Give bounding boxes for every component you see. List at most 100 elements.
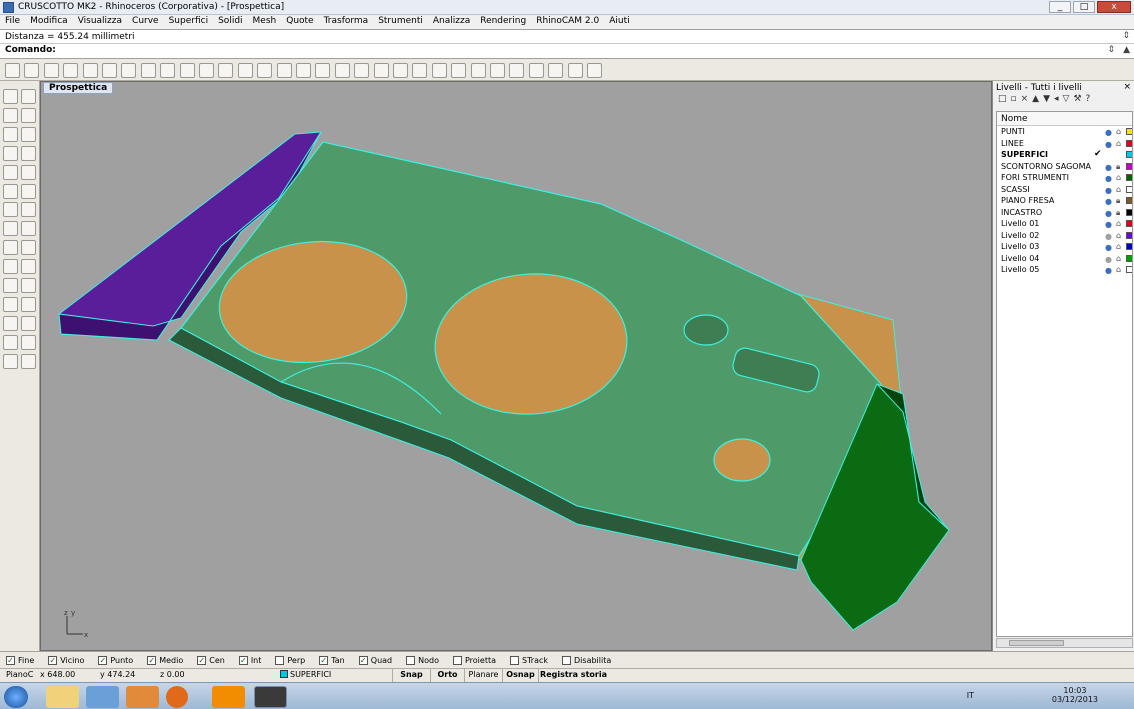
menu-strumenti[interactable]: Strumenti bbox=[373, 15, 428, 29]
lightbulb-icon[interactable]: ● bbox=[1105, 242, 1112, 253]
layer-color-swatch[interactable] bbox=[1126, 266, 1132, 273]
layer-row[interactable]: SUPERFICI ✔ bbox=[997, 149, 1132, 161]
checkbox-icon[interactable] bbox=[406, 655, 416, 665]
print-icon[interactable] bbox=[63, 63, 79, 78]
locked-icon[interactable]: 🔒︎ bbox=[1116, 195, 1120, 206]
lightbulb-icon[interactable]: ● bbox=[1105, 254, 1112, 265]
unlocked-icon[interactable]: ⌂ bbox=[1116, 126, 1121, 137]
snap-toggle[interactable]: Snap bbox=[392, 669, 430, 682]
menu-visualizza[interactable]: Visualizza bbox=[73, 15, 127, 29]
checkbox-icon[interactable]: ✓ bbox=[358, 655, 368, 665]
four-viewports-icon[interactable] bbox=[315, 63, 331, 78]
osnap-nodo[interactable]: Nodo bbox=[406, 655, 439, 665]
arc-icon[interactable] bbox=[21, 126, 36, 142]
checkbox-icon[interactable] bbox=[452, 655, 462, 665]
checkbox-icon[interactable]: ✓ bbox=[319, 655, 329, 665]
osnap-strack[interactable]: STrack bbox=[510, 655, 548, 665]
car-icon[interactable] bbox=[334, 63, 350, 78]
menu-curve[interactable]: Curve bbox=[127, 15, 164, 29]
ie-task-icon[interactable] bbox=[86, 686, 119, 708]
layer-row[interactable]: Livello 01 ● ⌂ bbox=[997, 218, 1132, 230]
rectangle-icon[interactable] bbox=[3, 145, 18, 161]
layers-hscroll[interactable] bbox=[996, 638, 1133, 648]
layer-row[interactable]: INCASTRO ● 🔒︎ bbox=[997, 207, 1132, 219]
unlocked-icon[interactable]: ⌂ bbox=[1116, 138, 1121, 149]
import-icon[interactable] bbox=[82, 63, 98, 78]
menu-trasforma[interactable]: Trasforma bbox=[319, 15, 374, 29]
viewport-prospettica[interactable]: x z y Prospettica bbox=[40, 81, 992, 651]
explorer-task-icon[interactable] bbox=[46, 686, 79, 708]
viewport-canvas[interactable]: x z y bbox=[41, 82, 991, 650]
layer-color-swatch[interactable] bbox=[1126, 208, 1132, 216]
panel-close-icon[interactable]: × bbox=[1123, 82, 1131, 92]
analyze-icon[interactable] bbox=[3, 278, 18, 293]
scroll-thumb[interactable] bbox=[1009, 640, 1064, 646]
split-icon[interactable] bbox=[21, 259, 36, 275]
unlocked-icon[interactable]: ⌂ bbox=[1116, 241, 1121, 252]
move-up-icon[interactable]: ▲ bbox=[1032, 94, 1039, 109]
osnap-medio[interactable]: ✓ Medio bbox=[147, 655, 183, 665]
cut-icon[interactable] bbox=[102, 63, 117, 78]
record-history-toggle[interactable]: Registra storia bbox=[538, 669, 608, 682]
transform-icon[interactable] bbox=[3, 240, 18, 256]
globe-icon[interactable] bbox=[509, 63, 525, 78]
osnap-fine[interactable]: ✓ Fine bbox=[6, 655, 34, 665]
osnap-vicino[interactable]: ✓ Vicino bbox=[48, 655, 84, 665]
dim-icon[interactable] bbox=[3, 334, 18, 350]
osnap-cen[interactable]: ✓ Cen bbox=[197, 655, 225, 665]
lightbulb-icon[interactable] bbox=[393, 63, 408, 78]
rotate-view-icon[interactable] bbox=[199, 63, 214, 78]
render-small-icon[interactable] bbox=[3, 353, 18, 369]
lightbulb-icon[interactable]: ● bbox=[1105, 208, 1112, 219]
help-icon[interactable] bbox=[587, 63, 602, 78]
vlc-task-icon[interactable] bbox=[212, 686, 245, 708]
unlocked-icon[interactable]: ⌂ bbox=[1116, 218, 1121, 229]
checkbox-icon[interactable]: ✓ bbox=[98, 655, 108, 665]
filter-icon[interactable]: ▽ bbox=[1063, 94, 1070, 109]
collapse-icon[interactable]: ◂ bbox=[1054, 94, 1059, 109]
shade-icon[interactable] bbox=[21, 353, 36, 369]
layer-color-icon[interactable] bbox=[431, 63, 447, 78]
undo-icon[interactable] bbox=[160, 63, 176, 78]
layer-color-swatch[interactable] bbox=[1126, 254, 1132, 262]
color-wheel-icon[interactable] bbox=[470, 63, 486, 78]
layer-row[interactable]: Livello 02 ● ⌂ bbox=[997, 230, 1132, 242]
unlocked-icon[interactable]: ⌂ bbox=[1116, 264, 1121, 275]
checkbox-icon[interactable] bbox=[275, 655, 285, 665]
scroll-updown-icon[interactable]: ⇕ bbox=[1108, 45, 1116, 55]
delete-layer-icon[interactable]: × bbox=[1021, 94, 1029, 109]
mirror-icon[interactable] bbox=[3, 315, 18, 331]
layer-color-swatch[interactable] bbox=[1126, 220, 1132, 227]
lock-icon[interactable] bbox=[412, 63, 428, 78]
layer-color-swatch[interactable] bbox=[1126, 231, 1132, 239]
show-icon[interactable] bbox=[373, 63, 389, 78]
checkbox-icon[interactable] bbox=[510, 655, 519, 665]
lightbulb-icon[interactable]: ● bbox=[1105, 139, 1112, 150]
ortho-toggle[interactable]: Orto bbox=[430, 669, 464, 682]
menu-modifica[interactable]: Modifica bbox=[25, 15, 73, 29]
cylinder-icon[interactable] bbox=[21, 221, 36, 237]
maximize-button[interactable]: □ bbox=[1073, 1, 1095, 13]
menu-solidi[interactable]: Solidi bbox=[213, 15, 247, 29]
clock[interactable]: 10:03 03/12/2013 bbox=[1052, 686, 1098, 704]
zoom-extents-icon[interactable] bbox=[257, 63, 273, 78]
minimize-button[interactable]: _ bbox=[1049, 1, 1071, 13]
select-icon[interactable] bbox=[21, 89, 36, 104]
osnap-punto[interactable]: ✓ Punto bbox=[98, 655, 133, 665]
lightbulb-icon[interactable]: ● bbox=[1105, 219, 1112, 230]
osnap-perp[interactable]: Perp bbox=[275, 655, 305, 665]
zoom-window-icon[interactable] bbox=[237, 63, 253, 78]
language-indicator[interactable]: IT bbox=[967, 691, 974, 700]
zoom-selected-icon[interactable] bbox=[276, 63, 292, 78]
layer-color-swatch[interactable] bbox=[1126, 185, 1132, 193]
zoom-icon[interactable] bbox=[218, 63, 234, 78]
join-icon[interactable] bbox=[21, 278, 36, 293]
gears-icon[interactable] bbox=[548, 63, 564, 78]
dimension-icon[interactable] bbox=[528, 63, 544, 78]
menu-superfici[interactable]: Superfici bbox=[164, 15, 214, 29]
render-icon[interactable] bbox=[451, 63, 467, 78]
materials-icon[interactable] bbox=[490, 63, 505, 78]
copy-icon[interactable] bbox=[121, 63, 137, 78]
checkbox-icon[interactable]: ✓ bbox=[238, 655, 248, 665]
save-icon[interactable] bbox=[43, 63, 59, 78]
